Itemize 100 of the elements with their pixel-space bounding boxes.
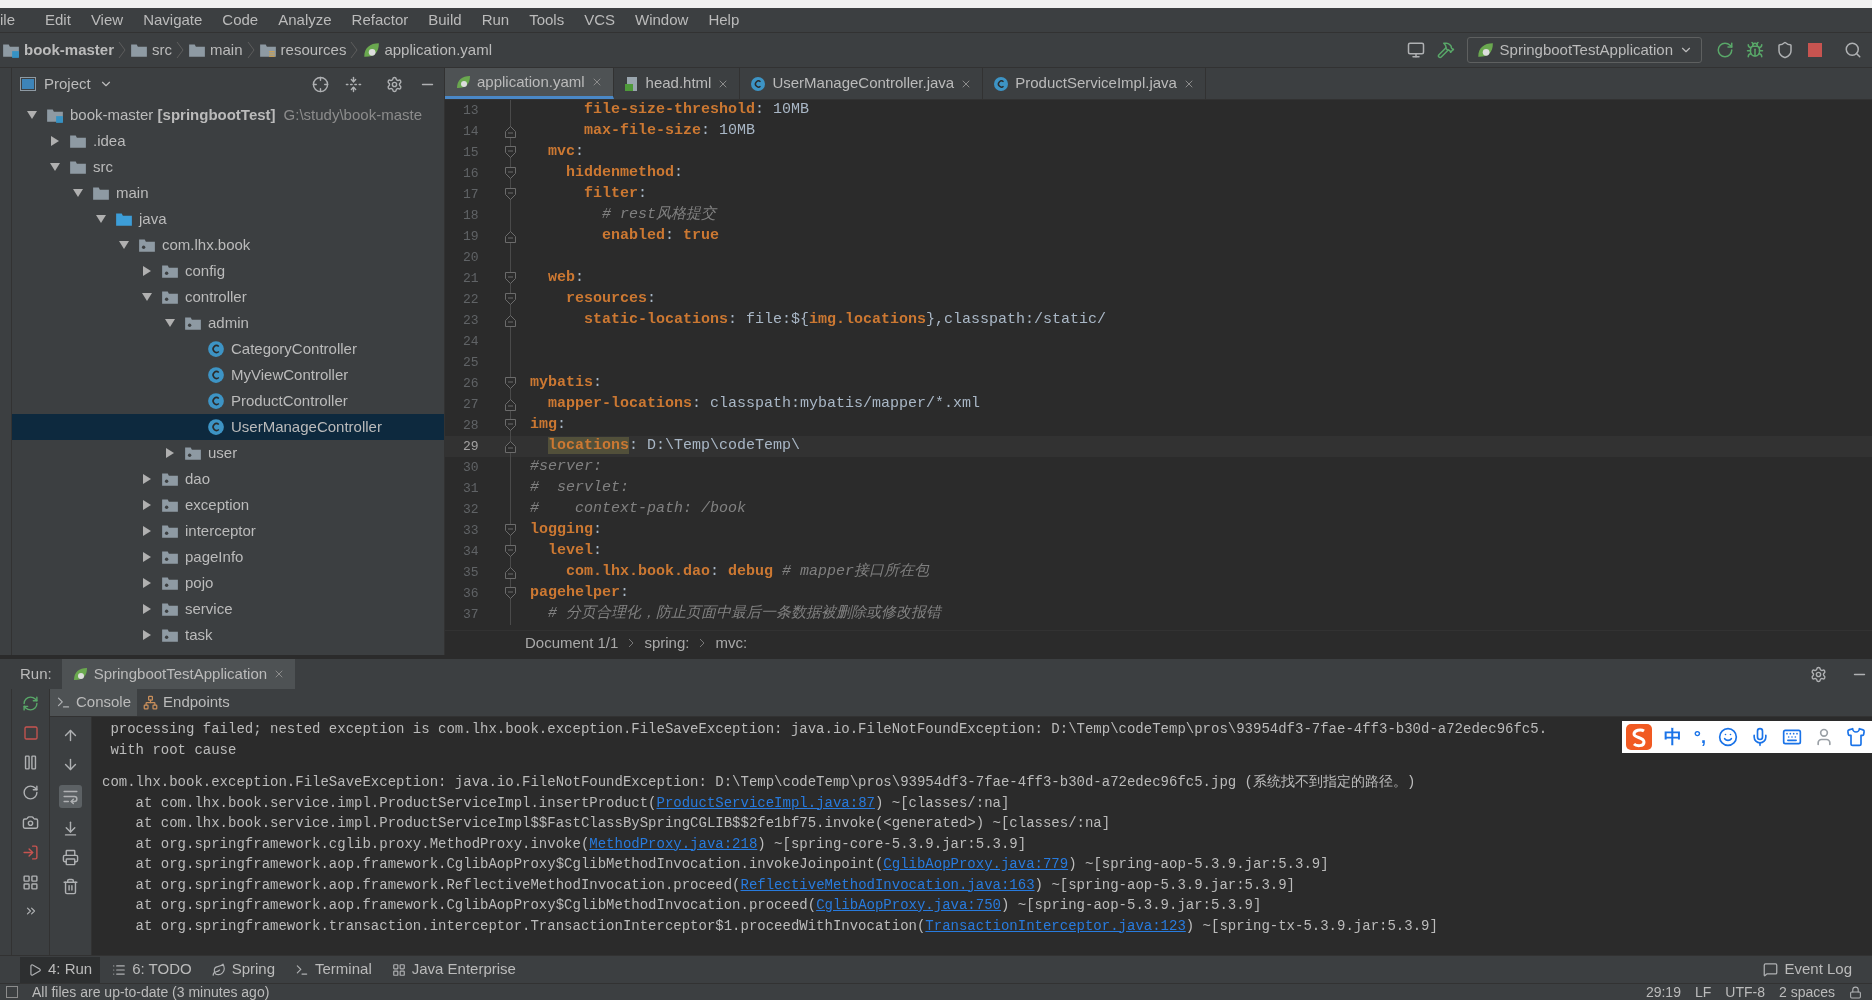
expand-arrow-icon[interactable]: [118, 239, 130, 251]
tree-item[interactable]: service: [12, 596, 444, 622]
menu-item[interactable]: Analyze: [268, 8, 342, 32]
shirt-icon[interactable]: [1846, 727, 1866, 747]
source-link[interactable]: CglibAopProxy.java:750: [816, 897, 1001, 913]
fold-marker-icon[interactable]: [504, 436, 516, 457]
editor-tab[interactable]: head.html: [613, 68, 741, 99]
collapse-arrow-icon[interactable]: [141, 525, 153, 537]
scroll-to-end-icon[interactable]: [62, 820, 79, 837]
panel-title[interactable]: Project: [44, 72, 91, 96]
tree-item[interactable]: controller: [12, 284, 444, 310]
console-tab[interactable]: Console: [50, 689, 138, 716]
search-icon[interactable]: [1844, 41, 1862, 59]
fold-marker-icon[interactable]: [504, 373, 516, 394]
shield-icon[interactable]: [1776, 41, 1794, 59]
fold-marker-icon[interactable]: [504, 268, 516, 289]
editor-tab[interactable]: application.yaml: [445, 68, 614, 99]
expand-arrow-icon[interactable]: [49, 161, 61, 173]
collapse-arrow-icon[interactable]: [141, 499, 153, 511]
fold-marker-icon[interactable]: [504, 520, 516, 541]
tree-item[interactable]: admin: [12, 310, 444, 336]
collapse-arrow-icon[interactable]: [141, 473, 153, 485]
arrow-down-icon[interactable]: [62, 756, 79, 773]
rerun-icon[interactable]: [22, 695, 39, 712]
source-link[interactable]: ReflectiveMethodInvocation.java:163: [740, 876, 1035, 893]
run-tab[interactable]: SpringbootTestApplication: [61, 659, 296, 689]
rerun-icon[interactable]: [1716, 41, 1734, 59]
fold-marker-icon[interactable]: [504, 310, 516, 331]
collapse-arrow-icon[interactable]: [49, 135, 61, 147]
menu-item[interactable]: View: [80, 8, 134, 32]
pause-icon[interactable]: [22, 754, 39, 771]
source-link[interactable]: TransactionInterceptor.java:123: [925, 917, 1186, 934]
collapse-arrow-icon[interactable]: [141, 629, 153, 641]
tree-item[interactable]: ProductController: [12, 388, 444, 414]
expand-arrow-icon[interactable]: [95, 213, 107, 225]
hammer-icon[interactable]: [1436, 41, 1455, 59]
collapse-arrow-icon[interactable]: [141, 577, 153, 589]
fold-marker-icon[interactable]: [504, 184, 516, 205]
breadcrumb[interactable]: Document 1/1: [525, 631, 619, 655]
menu-item[interactable]: Help: [698, 8, 750, 32]
soft-wrap-icon[interactable]: [59, 785, 82, 808]
user-icon[interactable]: [1814, 727, 1834, 747]
menu-item[interactable]: Run: [471, 8, 520, 32]
menu-item[interactable]: Refactor: [341, 8, 419, 32]
ime-label[interactable]: 中: [1663, 723, 1682, 751]
locate-icon[interactable]: [312, 75, 329, 93]
menu-item[interactable]: Tools: [519, 8, 575, 32]
breadcrumb[interactable]: resources: [280, 38, 347, 62]
tree-item[interactable]: UserManageController: [12, 414, 444, 440]
line-separator[interactable]: LF: [1694, 985, 1712, 999]
breadcrumb[interactable]: book-master: [24, 38, 115, 62]
tree-item[interactable]: CategoryController: [12, 336, 444, 362]
tree-item[interactable]: .idea: [12, 128, 444, 154]
tree-item[interactable]: book-master [springbootTest] G:\study\book-maste: [12, 102, 444, 128]
smile-icon[interactable]: [1718, 727, 1738, 747]
collapse-all-icon[interactable]: [345, 75, 362, 93]
menu-item[interactable]: Navigate: [133, 8, 213, 32]
breadcrumb[interactable]: spring:: [644, 631, 690, 655]
menu-item[interactable]: VCS: [574, 8, 626, 32]
fold-marker-icon[interactable]: [504, 226, 516, 247]
indent-setting[interactable]: 2 spaces: [1778, 985, 1835, 999]
collapse-arrow-icon[interactable]: [141, 603, 153, 615]
tree-item[interactable]: pojo: [12, 570, 444, 596]
tool-window-button[interactable]: Java Enterprise: [383, 956, 524, 983]
keyboard-icon[interactable]: [1782, 727, 1802, 747]
lock-icon[interactable]: [1849, 985, 1862, 999]
menu-item[interactable]: Build: [418, 8, 472, 32]
collapse-arrow-icon[interactable]: [164, 447, 176, 459]
expand-arrow-icon[interactable]: [26, 109, 38, 121]
console-tab[interactable]: Endpoints: [137, 689, 236, 716]
microphone-icon[interactable]: [1750, 727, 1770, 747]
bug-icon[interactable]: [1746, 41, 1764, 59]
menu-item[interactable]: Code: [212, 8, 269, 32]
tree-item[interactable]: MyViewController: [12, 362, 444, 388]
breadcrumb[interactable]: src: [152, 38, 173, 62]
arrow-up-icon[interactable]: [62, 727, 79, 744]
tree-item[interactable]: main: [12, 180, 444, 206]
fold-marker-icon[interactable]: [504, 289, 516, 310]
tool-window-button[interactable]: Spring: [203, 956, 284, 983]
expand-arrow-icon[interactable]: [141, 291, 153, 303]
fold-marker-icon[interactable]: [504, 562, 516, 583]
layout-icon[interactable]: [22, 874, 39, 891]
tree-item[interactable]: exception: [12, 492, 444, 518]
source-link[interactable]: MethodProxy.java:218: [589, 835, 758, 852]
cursor-position[interactable]: 29:19: [1645, 985, 1681, 999]
fold-marker-icon[interactable]: [504, 121, 516, 142]
breadcrumb[interactable]: mvc:: [715, 631, 748, 655]
editor-tab[interactable]: UserManageController.java: [740, 68, 984, 99]
tree-item[interactable]: java: [12, 206, 444, 232]
menu-item[interactable]: Window: [625, 8, 699, 32]
source-link[interactable]: ProductServiceImpl.java:87: [656, 794, 875, 811]
source-link[interactable]: CglibAopProxy.java:779: [883, 856, 1069, 872]
tree-item[interactable]: com.lhx.book: [12, 232, 444, 258]
file-encoding[interactable]: UTF-8: [1725, 985, 1765, 999]
event-log-button[interactable]: Event Log: [1763, 958, 1852, 981]
settings-icon[interactable]: [386, 75, 403, 93]
menu-item[interactable]: Edit: [35, 8, 81, 32]
restart-icon[interactable]: [22, 784, 39, 801]
fold-marker-icon[interactable]: [504, 163, 516, 184]
settings-icon[interactable]: [1810, 665, 1827, 683]
